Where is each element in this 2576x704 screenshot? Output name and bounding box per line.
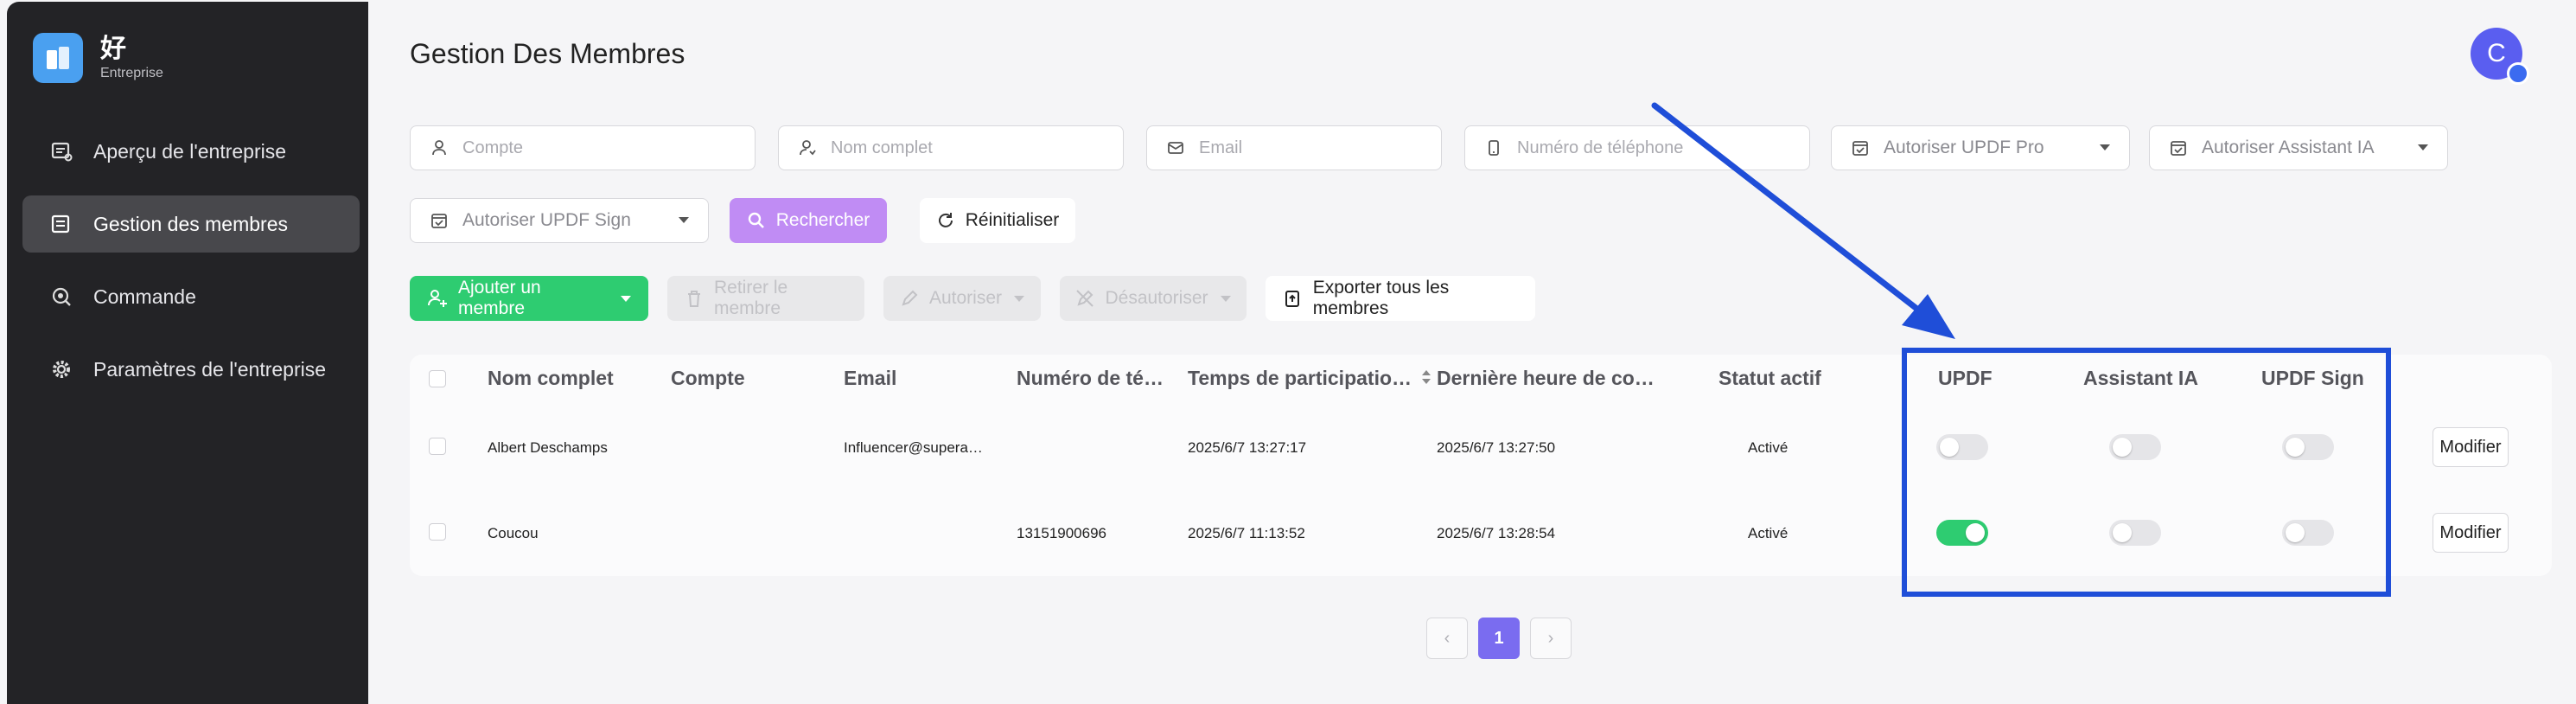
next-page-button[interactable]: ›: [1530, 618, 1572, 659]
page-button-1[interactable]: 1: [1478, 618, 1520, 659]
prev-page-button[interactable]: ‹: [1426, 618, 1468, 659]
annotation-arrow-icon: [1651, 102, 1955, 339]
